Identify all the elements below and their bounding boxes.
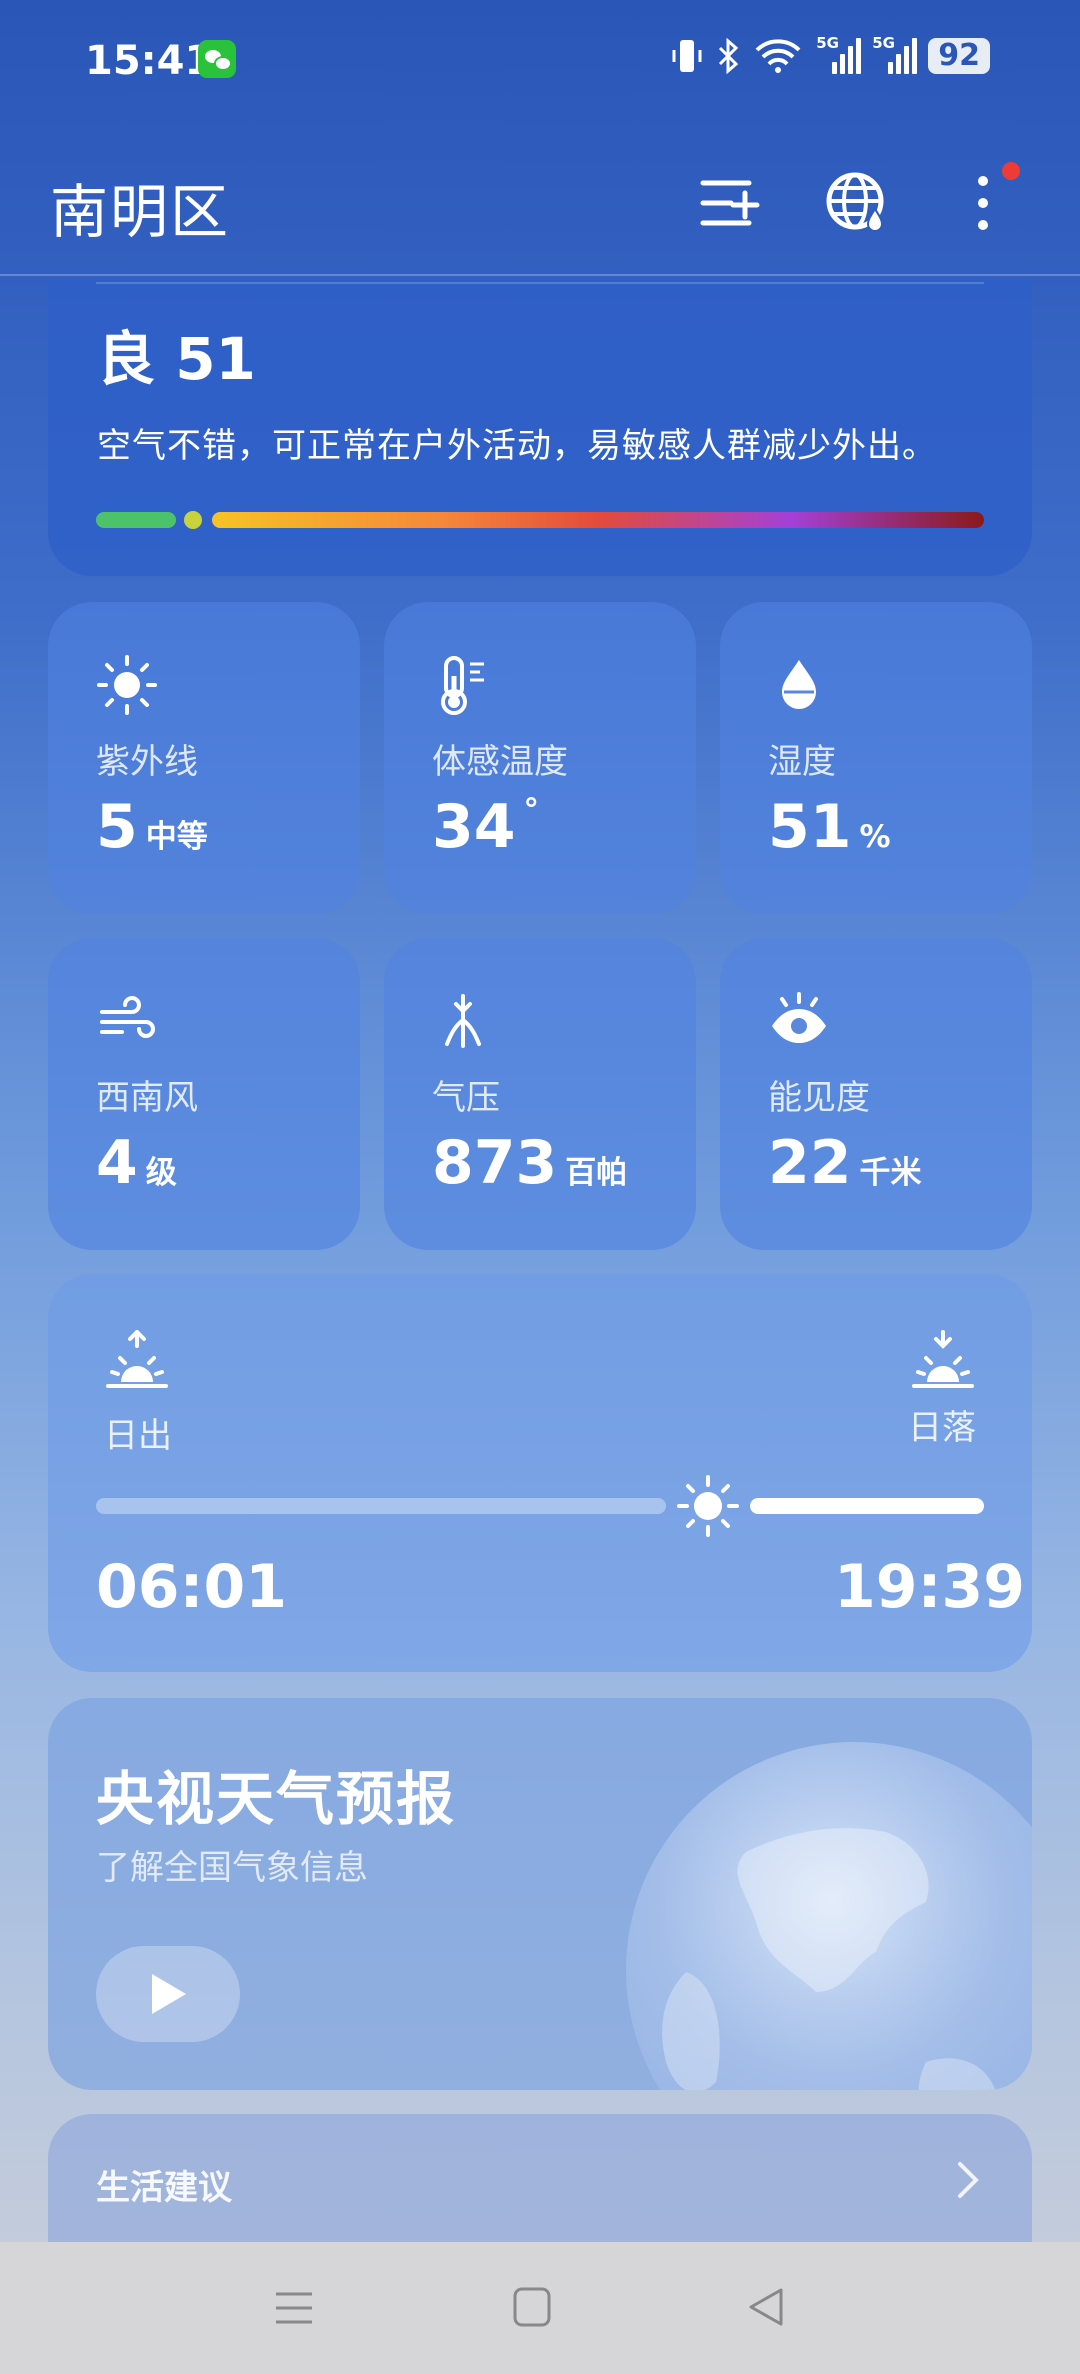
sunset-icon: [912, 1330, 974, 1388]
tile-label: 能见度: [768, 1078, 870, 1118]
recent-apps-icon[interactable]: [274, 2288, 314, 2328]
wind-tile[interactable]: 西南风 4级: [48, 938, 360, 1250]
tile-label: 紫外线: [96, 742, 198, 782]
system-navigation-bar: [0, 2242, 1080, 2374]
tile-label: 气压: [432, 1078, 500, 1118]
tile-value: 51%: [768, 792, 891, 862]
pressure-tile[interactable]: 气压 873 百帕: [384, 938, 696, 1250]
uv-index-tile[interactable]: 紫外线 5 中等: [48, 602, 360, 914]
pressure-icon: [445, 994, 481, 1048]
global-weather-button[interactable]: [822, 168, 892, 238]
list-add-icon: [700, 180, 760, 226]
status-time: 15:41: [85, 38, 213, 84]
battery-indicator: 92: [928, 38, 990, 74]
wechat-notification-icon: [198, 40, 236, 78]
sunset-label: 日落: [908, 1408, 976, 1448]
wind-icon: [100, 996, 155, 1038]
aqi-description: 空气不错，可正常在户外活动，易敏感人群减少外出。: [97, 426, 937, 466]
globe-icon: [826, 172, 884, 232]
header-divider: [0, 274, 1080, 276]
signal-icon-2: 5G: [872, 34, 918, 74]
tile-value: 5 中等: [96, 792, 208, 862]
feels-like-tile[interactable]: 体感温度 34 °: [384, 602, 696, 914]
aqi-scale-gradient: [212, 512, 984, 528]
wifi-icon: [755, 39, 801, 73]
sunrise-time: 06:01: [96, 1552, 287, 1622]
chevron-right-icon[interactable]: [956, 2160, 980, 2200]
sunset-time: 19:39: [834, 1552, 1025, 1622]
droplet-icon: [782, 660, 816, 709]
back-icon[interactable]: [746, 2286, 786, 2328]
sunrise-label: 日出: [104, 1416, 172, 1456]
tile-value: 34 °: [432, 792, 539, 862]
home-icon[interactable]: [512, 2286, 552, 2328]
cctv-subtitle: 了解全国气象信息: [96, 1848, 368, 1888]
daylight-elapsed-track: [96, 1498, 666, 1514]
thermometer-icon: [441, 656, 484, 715]
tile-value: 873 百帕: [432, 1128, 628, 1198]
more-vertical-icon: [978, 176, 988, 230]
location-title[interactable]: 南明区: [50, 165, 230, 249]
tile-value: 22 千米: [768, 1128, 922, 1198]
bluetooth-icon: [719, 38, 739, 74]
daylight-remaining-track: [750, 1498, 984, 1514]
sun-icon: [97, 655, 157, 715]
status-icons: 5G 5G 92: [672, 34, 990, 74]
globe-illustration: [626, 1742, 1032, 2090]
current-sun-icon: [677, 1475, 739, 1537]
tile-label: 体感温度: [432, 742, 568, 782]
vibrate-icon: [672, 40, 702, 72]
aqi-scale-good: [96, 512, 176, 528]
add-city-button[interactable]: [696, 168, 766, 238]
humidity-tile[interactable]: 湿度 51%: [720, 602, 1032, 914]
sunrise-icon: [106, 1330, 168, 1388]
eye-icon: [772, 992, 826, 1043]
play-button[interactable]: [96, 1946, 240, 2042]
play-icon: [152, 1974, 186, 2014]
tile-value: 4级: [96, 1128, 177, 1198]
visibility-tile[interactable]: 能见度 22 千米: [720, 938, 1032, 1250]
aqi-value: 良 51: [97, 325, 256, 393]
tile-label: 西南风: [96, 1078, 198, 1118]
aqi-scale-indicator: [184, 511, 202, 529]
tile-label: 湿度: [768, 742, 836, 782]
life-suggestions-title: 生活建议: [96, 2168, 232, 2208]
signal-icon-1: 5G: [816, 34, 862, 74]
cctv-title: 央视天气预报: [96, 1765, 457, 1833]
notification-dot: [1002, 162, 1020, 180]
